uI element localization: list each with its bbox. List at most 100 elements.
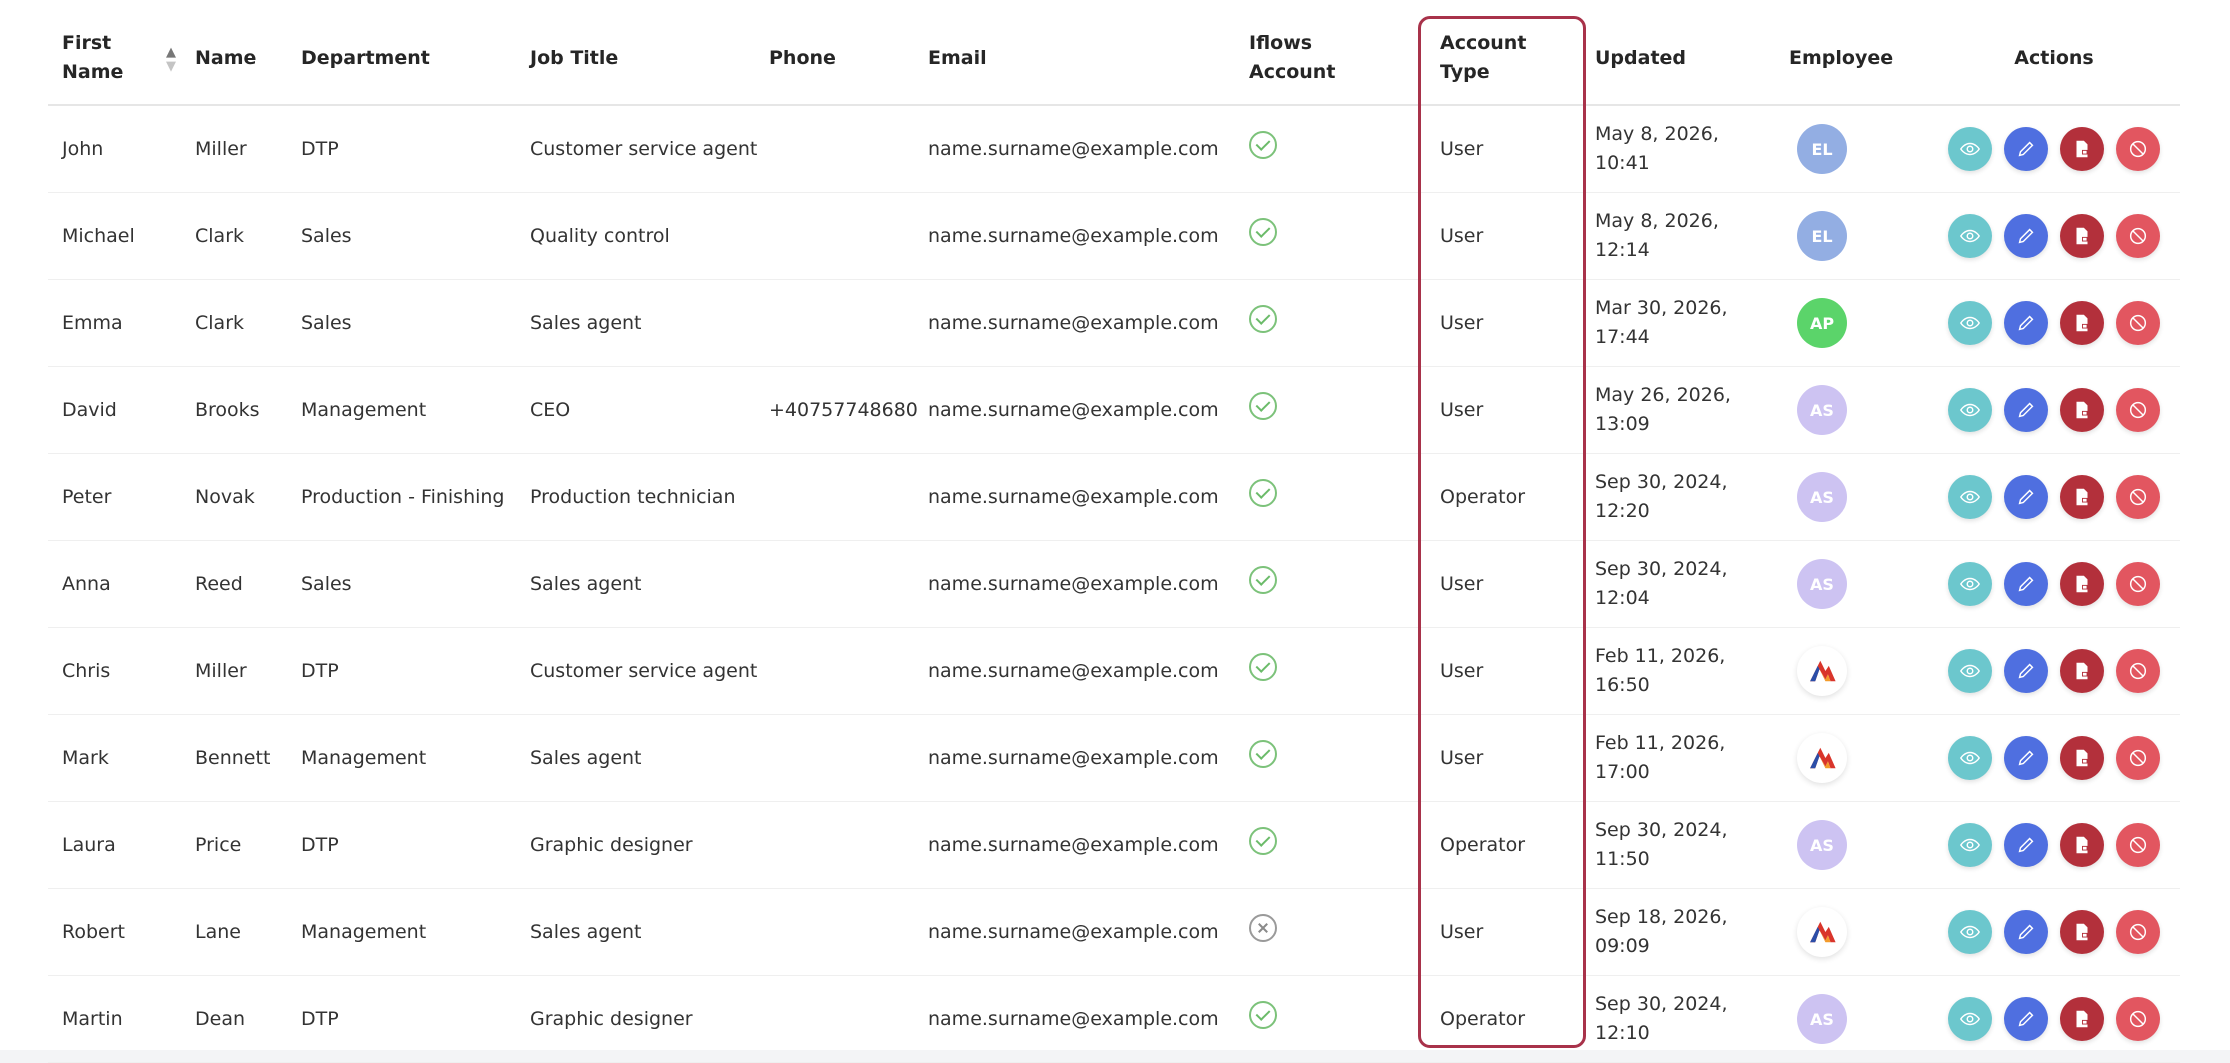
table-row[interactable]: Michael Clark Sales Quality control name…	[48, 192, 2180, 280]
disable-button[interactable]	[2116, 301, 2160, 345]
document-button[interactable]	[2060, 301, 2104, 345]
employee-avatar[interactable]: EL	[1797, 211, 1847, 261]
table-row[interactable]: Anna Reed Sales Sales agent name.surname…	[48, 540, 2180, 628]
header-job-title[interactable]: Job Title	[530, 12, 769, 106]
cell-iflows-account	[1249, 366, 1424, 454]
cell-actions	[1938, 366, 2180, 454]
employee-avatar[interactable]: AS	[1797, 994, 1847, 1044]
header-email[interactable]: Email	[928, 12, 1249, 106]
cell-first-name: Peter	[48, 453, 195, 541]
disable-button[interactable]	[2116, 823, 2160, 867]
document-icon	[2071, 834, 2093, 856]
header-iflows-account[interactable]: Iflows Account	[1249, 12, 1424, 106]
view-button[interactable]	[1948, 562, 1992, 606]
header-first-name[interactable]: First Name ▲ ▼	[48, 12, 195, 106]
edit-button[interactable]	[2004, 475, 2048, 519]
table-row[interactable]: Martin Dean DTP Graphic designer name.su…	[48, 975, 2180, 1063]
cell-job-title-text: Graphic designer	[530, 833, 693, 856]
header-iflows-line1: Iflows	[1249, 32, 1313, 54]
block-icon	[2127, 312, 2149, 334]
view-button[interactable]	[1948, 127, 1992, 171]
table-row[interactable]: Mark Bennett Management Sales agent name…	[48, 714, 2180, 802]
view-button[interactable]	[1948, 736, 1992, 780]
disable-button[interactable]	[2116, 475, 2160, 519]
view-button[interactable]	[1948, 301, 1992, 345]
header-phone[interactable]: Phone	[769, 12, 928, 106]
edit-button[interactable]	[2004, 823, 2048, 867]
document-button[interactable]	[2060, 214, 2104, 258]
document-button[interactable]	[2060, 475, 2104, 519]
header-account-type[interactable]: Account Type	[1424, 12, 1595, 106]
pencil-icon	[2015, 747, 2037, 769]
edit-button[interactable]	[2004, 562, 2048, 606]
cell-account-type-text: User	[1440, 572, 1484, 595]
company-logo-icon[interactable]	[1797, 732, 1847, 783]
employee-avatar[interactable]: AS	[1797, 559, 1847, 609]
document-button[interactable]	[2060, 997, 2104, 1041]
sort-up-down-icon[interactable]: ▲ ▼	[166, 46, 176, 74]
edit-button[interactable]	[2004, 910, 2048, 954]
cell-job-title: Graphic designer	[530, 801, 769, 889]
document-button[interactable]	[2060, 388, 2104, 432]
cell-department: Management	[301, 714, 530, 802]
document-button[interactable]	[2060, 823, 2104, 867]
table-row[interactable]: Robert Lane Management Sales agent name.…	[48, 888, 2180, 976]
header-name[interactable]: Name	[195, 12, 301, 106]
company-logo-icon[interactable]	[1797, 906, 1847, 957]
disable-button[interactable]	[2116, 649, 2160, 693]
disable-button[interactable]	[2116, 910, 2160, 954]
table-row[interactable]: David Brooks Management CEO +40757748680…	[48, 366, 2180, 454]
cell-employee: AS	[1789, 801, 1938, 889]
table-row[interactable]: Peter Novak Production - Finishing Produ…	[48, 453, 2180, 541]
disable-button[interactable]	[2116, 127, 2160, 171]
edit-button[interactable]	[2004, 214, 2048, 258]
document-button[interactable]	[2060, 562, 2104, 606]
view-button[interactable]	[1948, 997, 1992, 1041]
eye-icon	[1959, 1008, 1981, 1030]
cell-email: name.surname@example.com	[928, 453, 1249, 541]
table-row[interactable]: Laura Price DTP Graphic designer name.su…	[48, 801, 2180, 889]
document-button[interactable]	[2060, 736, 2104, 780]
view-button[interactable]	[1948, 475, 1992, 519]
edit-button[interactable]	[2004, 127, 2048, 171]
cell-account-type-text: User	[1440, 920, 1484, 943]
document-button[interactable]	[2060, 649, 2104, 693]
cell-name-text: Clark	[195, 311, 245, 334]
edit-button[interactable]	[2004, 997, 2048, 1041]
employee-avatar[interactable]: EL	[1797, 124, 1847, 174]
edit-button[interactable]	[2004, 736, 2048, 780]
disable-button[interactable]	[2116, 388, 2160, 432]
company-logo-icon[interactable]	[1797, 645, 1847, 696]
cell-department-text: DTP	[301, 659, 339, 682]
cell-employee	[1789, 627, 1938, 715]
view-button[interactable]	[1948, 910, 1992, 954]
header-department[interactable]: Department	[301, 12, 530, 106]
header-updated[interactable]: Updated	[1595, 12, 1789, 106]
view-button[interactable]	[1948, 823, 1992, 867]
disable-button[interactable]	[2116, 562, 2160, 606]
employee-avatar[interactable]: AS	[1797, 385, 1847, 435]
edit-button[interactable]	[2004, 301, 2048, 345]
table-row[interactable]: John Miller DTP Customer service agent n…	[48, 105, 2180, 193]
table-row[interactable]: Chris Miller DTP Customer service agent …	[48, 627, 2180, 715]
header-actions: Actions	[1938, 12, 2180, 106]
employee-avatar[interactable]: AP	[1797, 298, 1847, 348]
header-employee[interactable]: Employee	[1789, 12, 1938, 106]
cell-iflows-account	[1249, 975, 1424, 1063]
view-button[interactable]	[1948, 388, 1992, 432]
edit-button[interactable]	[2004, 388, 2048, 432]
document-icon	[2071, 399, 2093, 421]
edit-button[interactable]	[2004, 649, 2048, 693]
cell-name-text: Price	[195, 833, 242, 856]
view-button[interactable]	[1948, 214, 1992, 258]
cell-updated-text: Sep 30, 2024, 12:20	[1595, 471, 1728, 522]
view-button[interactable]	[1948, 649, 1992, 693]
disable-button[interactable]	[2116, 214, 2160, 258]
document-button[interactable]	[2060, 127, 2104, 171]
employee-avatar[interactable]: AS	[1797, 820, 1847, 870]
disable-button[interactable]	[2116, 736, 2160, 780]
table-row[interactable]: Emma Clark Sales Sales agent name.surnam…	[48, 279, 2180, 367]
employee-avatar[interactable]: AS	[1797, 472, 1847, 522]
disable-button[interactable]	[2116, 997, 2160, 1041]
document-button[interactable]	[2060, 910, 2104, 954]
